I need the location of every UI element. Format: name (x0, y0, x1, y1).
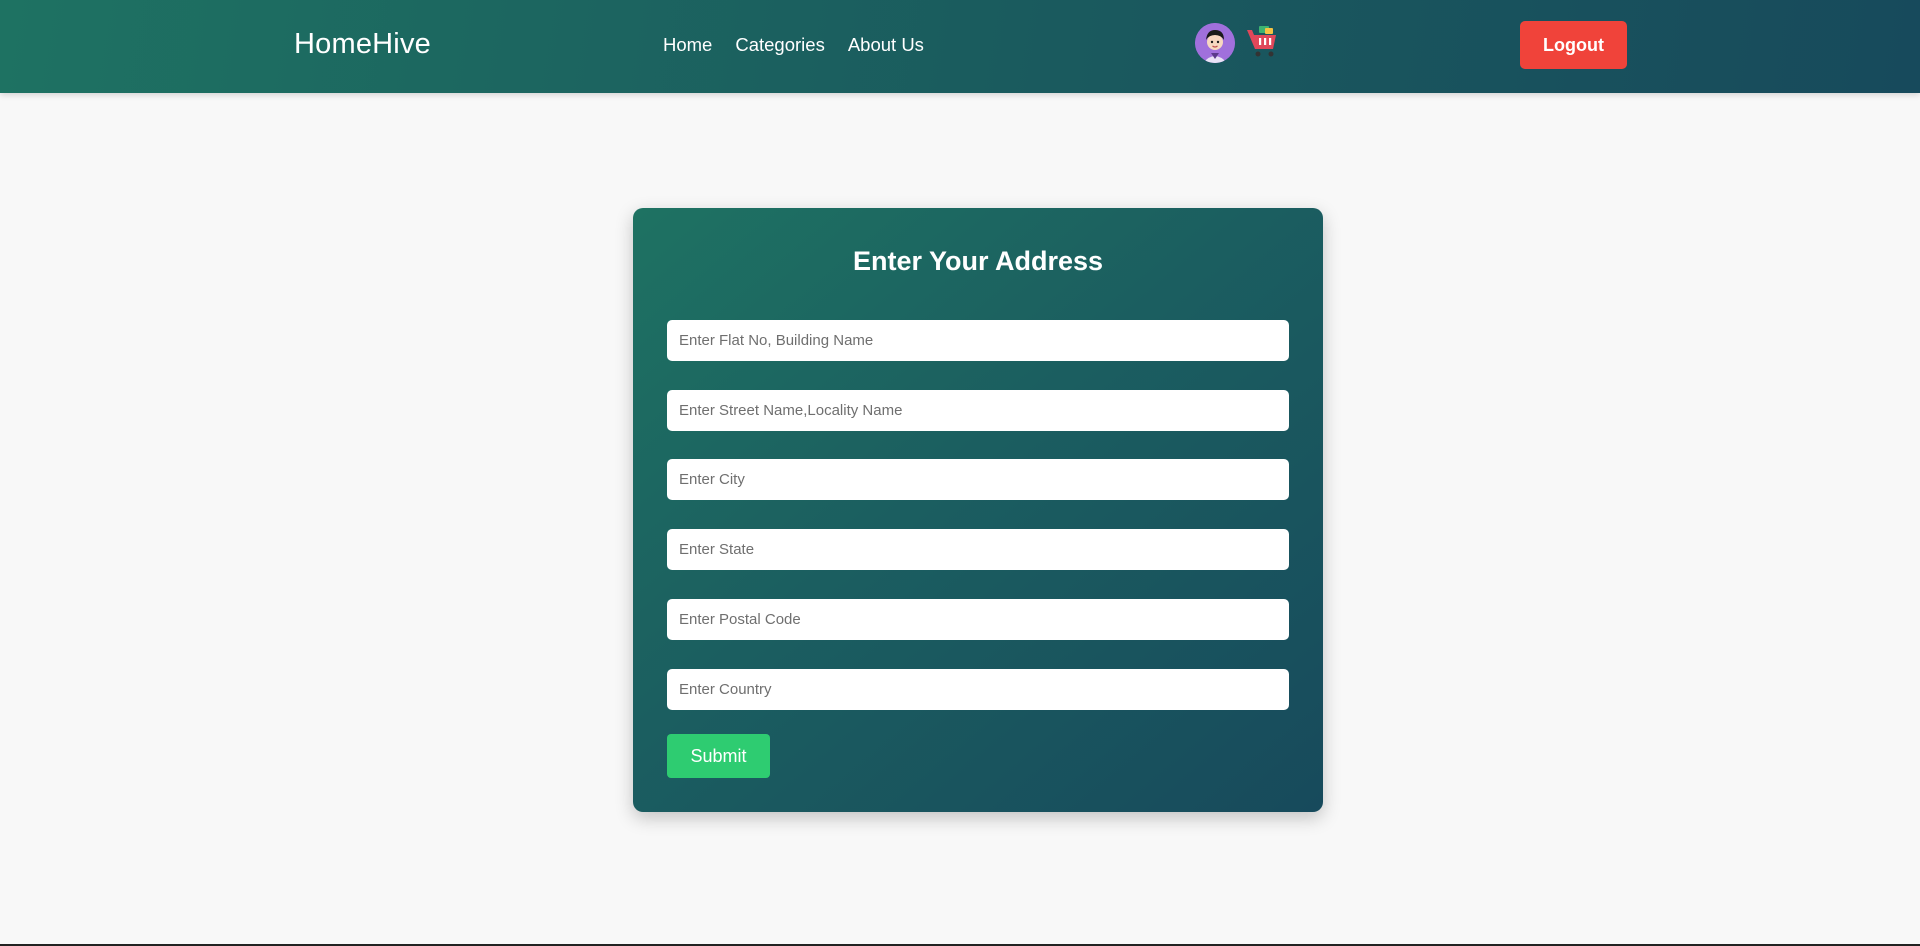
nav-link-categories[interactable]: Categories (735, 34, 824, 56)
nav-link-about-us[interactable]: About Us (848, 34, 924, 56)
nav-link-home[interactable]: Home (663, 34, 712, 56)
form-title: Enter Your Address (852, 246, 1104, 276)
submit-button[interactable]: Submit (667, 734, 770, 778)
nav-links: Home Categories About Us (663, 34, 924, 56)
country-input[interactable] (667, 669, 1289, 710)
top-navbar: HomeHive Home Categories About Us Logout (0, 0, 1920, 93)
street-locality-input[interactable] (667, 390, 1289, 431)
city-input[interactable] (667, 459, 1289, 500)
address-form-card: Enter Your Address Submit (633, 208, 1323, 812)
logout-button[interactable]: Logout (1520, 21, 1627, 69)
flat-building-input[interactable] (667, 320, 1289, 361)
avatar-icon[interactable] (1195, 23, 1235, 63)
state-input[interactable] (667, 529, 1289, 570)
postal-code-input[interactable] (667, 599, 1289, 640)
cart-icon[interactable] (1245, 24, 1279, 60)
brand-logo-text[interactable]: HomeHive (294, 28, 431, 61)
